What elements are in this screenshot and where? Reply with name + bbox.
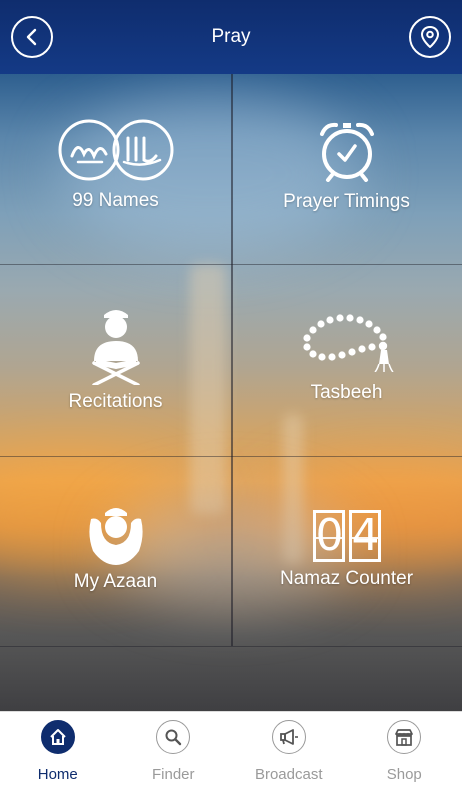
tab-home[interactable]: Home (0, 712, 116, 800)
page-title: Pray (211, 26, 251, 47)
tile-label: 99 Names (72, 190, 159, 211)
megaphone-icon (271, 720, 306, 754)
grid-divider-horizontal (0, 456, 462, 457)
tile-label: Tasbeeh (310, 382, 383, 403)
header-bar: Pray (0, 0, 462, 74)
counter-digit: 4 (348, 510, 381, 562)
tile-label: Namaz Counter (279, 568, 414, 589)
prayer-beads-icon (302, 314, 394, 372)
tile-namaz-counter[interactable]: 0 4 Namaz Counter (231, 510, 462, 590)
azaan-caller-icon (88, 508, 143, 565)
tab-finder[interactable]: Finder (116, 712, 232, 800)
tab-label: Broadcast (254, 766, 323, 783)
shop-icon (387, 720, 422, 754)
flip-counter-icon: 0 4 (312, 510, 381, 562)
alarm-clock-icon (319, 122, 374, 182)
back-button[interactable] (11, 16, 53, 58)
search-icon (156, 720, 191, 754)
tab-shop[interactable]: Shop (347, 712, 462, 800)
tile-label: Recitations (68, 391, 163, 412)
tile-my-azaan[interactable]: My Azaan (0, 505, 231, 593)
grid-divider-horizontal (0, 646, 462, 647)
home-icon (40, 720, 75, 754)
tab-label: Home (37, 766, 78, 783)
tile-tasbeeh[interactable]: Tasbeeh (231, 312, 462, 404)
location-button[interactable] (409, 16, 451, 58)
tile-prayer-timings[interactable]: Prayer Timings (231, 120, 462, 213)
tile-label: Prayer Timings (283, 191, 410, 212)
chevron-left-icon (26, 28, 37, 46)
bottom-tab-bar: Home Finder Broadcast Shop (0, 711, 462, 800)
tile-recitations[interactable]: Recitations (0, 305, 231, 413)
location-pin-icon (420, 26, 440, 48)
tab-broadcast[interactable]: Broadcast (231, 712, 347, 800)
grid-divider-horizontal (0, 264, 462, 265)
calligraphy-medallions-icon (58, 119, 173, 181)
quran-reader-icon (91, 310, 140, 385)
tab-label: Finder (151, 766, 195, 783)
tile-99-names[interactable]: 99 Names (0, 118, 231, 212)
tile-label: My Azaan (73, 571, 158, 592)
counter-digit: 0 (312, 510, 345, 562)
tab-label: Shop (386, 766, 422, 783)
